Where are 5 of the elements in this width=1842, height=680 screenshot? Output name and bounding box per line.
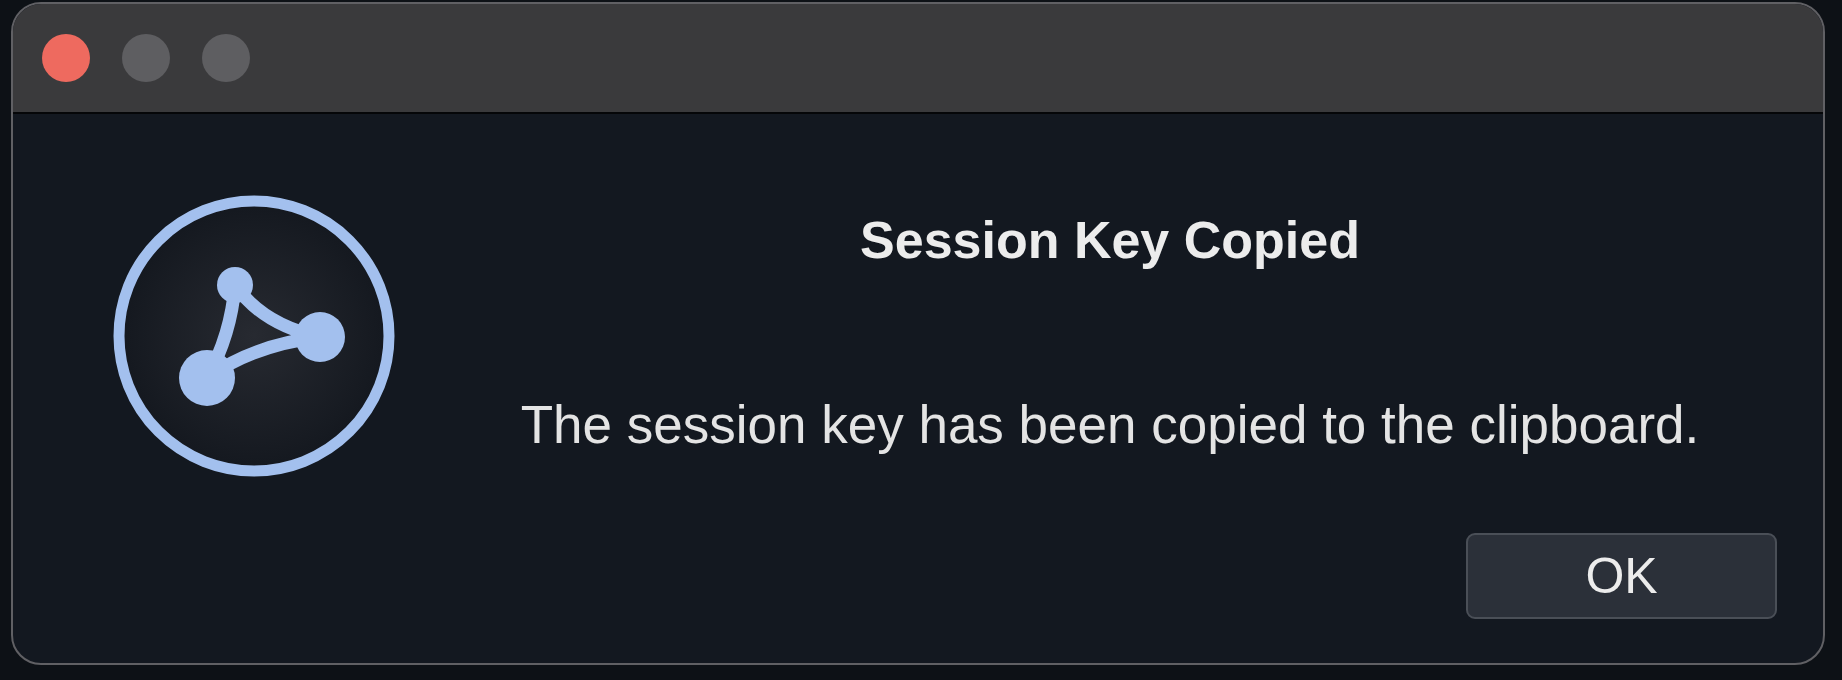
dialog-title: Session Key Copied bbox=[860, 210, 1360, 271]
ok-button[interactable]: OK bbox=[1466, 533, 1777, 619]
connected-nodes-icon bbox=[113, 195, 395, 477]
dialog-message: The session key has been copied to the clipboard. bbox=[520, 394, 1700, 456]
close-button[interactable] bbox=[42, 34, 90, 82]
